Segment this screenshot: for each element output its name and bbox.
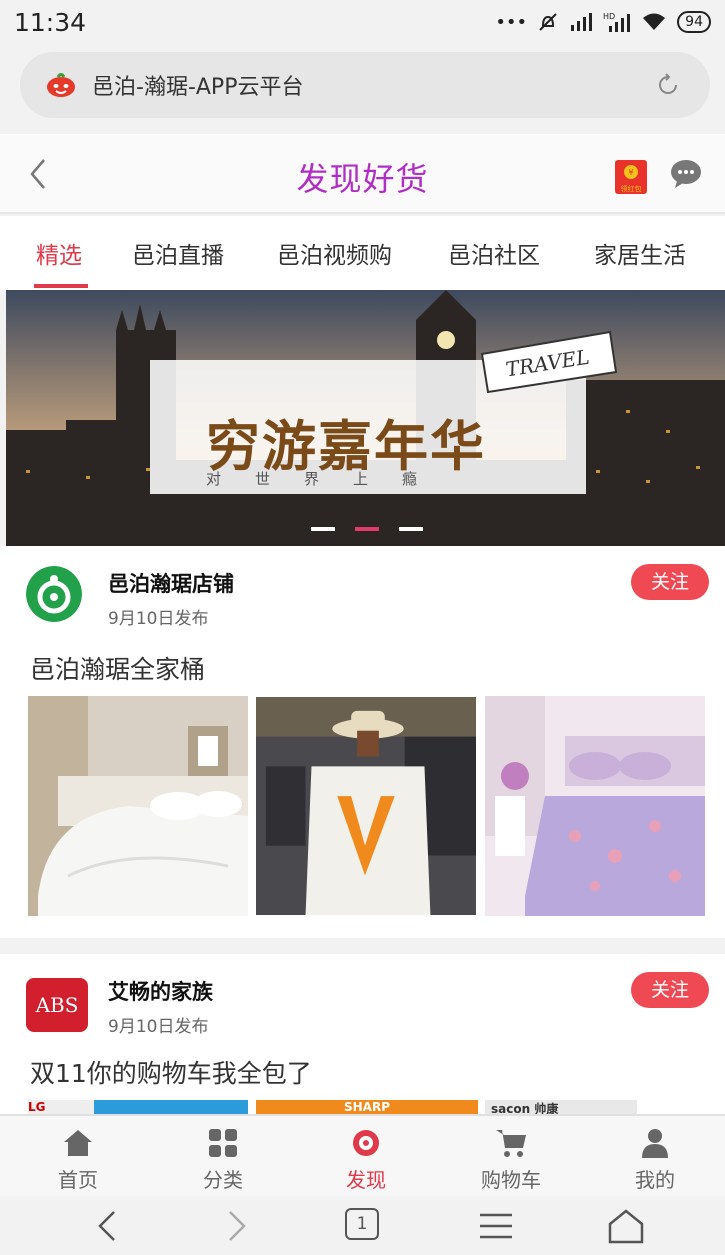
cart-icon [496, 1130, 526, 1157]
nav-label: 我的 [635, 1168, 675, 1192]
nav-me[interactable]: 我的 [600, 1116, 710, 1198]
banner-dot[interactable] [399, 527, 423, 531]
nav-home[interactable]: 首页 [23, 1116, 133, 1198]
promo-banner[interactable]: 穷游嘉年华 对世界上瘾 TRAVEL [6, 290, 725, 546]
svg-text:¥: ¥ [628, 168, 633, 177]
menu-icon[interactable] [476, 1208, 516, 1244]
nav-label: 首页 [58, 1168, 98, 1192]
message-icon[interactable] [669, 158, 703, 190]
browser-back-icon[interactable] [88, 1208, 128, 1244]
reload-icon[interactable] [654, 71, 682, 99]
banner-dots [311, 527, 423, 531]
banner-subtitle: 对世界上瘾 [206, 470, 452, 488]
travel-tag: TRAVEL [480, 330, 618, 394]
tab-home-living[interactable]: 家居生活 [594, 236, 686, 270]
grid-icon [209, 1129, 237, 1157]
mute-icon [539, 13, 557, 31]
home-icon [64, 1130, 92, 1156]
red-packet-icon[interactable]: ¥ 领红包 [613, 158, 649, 196]
tab-active-indicator [34, 284, 88, 288]
nav-label: 发现 [346, 1168, 386, 1192]
tab-live[interactable]: 邑泊直播 [132, 236, 224, 270]
status-time: 11:34 [14, 8, 87, 37]
tab-featured[interactable]: 精选 [36, 236, 82, 270]
follow-button[interactable]: 关注 [631, 564, 709, 600]
app-header: 发现好货 ¥ 领红包 [0, 134, 725, 214]
banner-dot[interactable] [311, 527, 335, 531]
bottom-nav: 首页 分类 发现 购物车 我的 [0, 1114, 725, 1196]
post-text[interactable]: 双11你的购物车我全包了 [30, 1054, 312, 1090]
shop-name[interactable]: 艾畅的家族 [108, 976, 213, 1006]
nav-label: 购物车 [481, 1168, 541, 1192]
product-image-sacon[interactable]: sacon 帅康 [485, 1100, 637, 1114]
post-text[interactable]: 邑泊瀚琚全家桶 [30, 650, 205, 686]
status-bar: 11:34 ••• HD 94 [0, 0, 725, 44]
feed-post[interactable]: ABS 艾畅的家族 9月10日发布 关注 双11你的购物车我全包了 LG SHA… [0, 954, 725, 1114]
more-icon: ••• [495, 11, 528, 33]
product-image-bedding[interactable] [28, 696, 248, 916]
signal-icon [571, 13, 593, 31]
nav-cart[interactable]: 购物车 [456, 1116, 566, 1198]
shop-avatar[interactable] [26, 566, 82, 622]
follow-button[interactable]: 关注 [631, 972, 709, 1008]
nav-label: 分类 [203, 1168, 243, 1192]
svg-text:HD: HD [603, 12, 615, 21]
nav-discover[interactable]: 发现 [311, 1116, 421, 1198]
tabs-count-button[interactable]: 1 [345, 1208, 379, 1240]
url-bar[interactable]: 邑泊-瀚琚-APP云平台 [20, 52, 710, 118]
system-nav: 1 [0, 1196, 725, 1255]
product-image-lg[interactable]: LG [28, 1100, 248, 1114]
product-image-tshirt[interactable] [256, 696, 476, 916]
browser-home-icon[interactable] [606, 1208, 646, 1244]
wifi-icon [643, 13, 666, 30]
status-icons: ••• HD 94 [495, 8, 711, 36]
banner-dot-active[interactable] [355, 527, 379, 531]
person-icon [642, 1129, 668, 1158]
post-date: 9月10日发布 [108, 609, 209, 629]
battery-indicator: 94 [677, 11, 711, 33]
product-image-floral-bedding[interactable] [485, 696, 705, 916]
shop-name[interactable]: 邑泊瀚琚店铺 [108, 568, 234, 598]
shop-avatar-abs[interactable]: ABS [26, 978, 88, 1032]
feed-post[interactable]: 邑泊瀚琚店铺 9月10日发布 关注 邑泊瀚琚全家桶 [0, 546, 725, 938]
url-text: 邑泊-瀚琚-APP云平台 [92, 75, 304, 100]
site-logo-icon [47, 73, 75, 97]
nav-category[interactable]: 分类 [168, 1116, 278, 1198]
product-image-sharp[interactable]: SHARP [256, 1100, 478, 1114]
discover-icon [353, 1130, 379, 1156]
signal-hd-icon: HD [603, 12, 631, 32]
tab-community[interactable]: 邑泊社区 [448, 236, 540, 270]
browser-forward-icon[interactable] [216, 1208, 256, 1244]
post-date: 9月10日发布 [108, 1017, 209, 1037]
red-packet-label: 领红包 [621, 184, 642, 193]
category-tabs: 精选 邑泊直播 邑泊视频购 邑泊社区 家居生活 [0, 216, 725, 290]
tab-video-shop[interactable]: 邑泊视频购 [277, 236, 392, 270]
